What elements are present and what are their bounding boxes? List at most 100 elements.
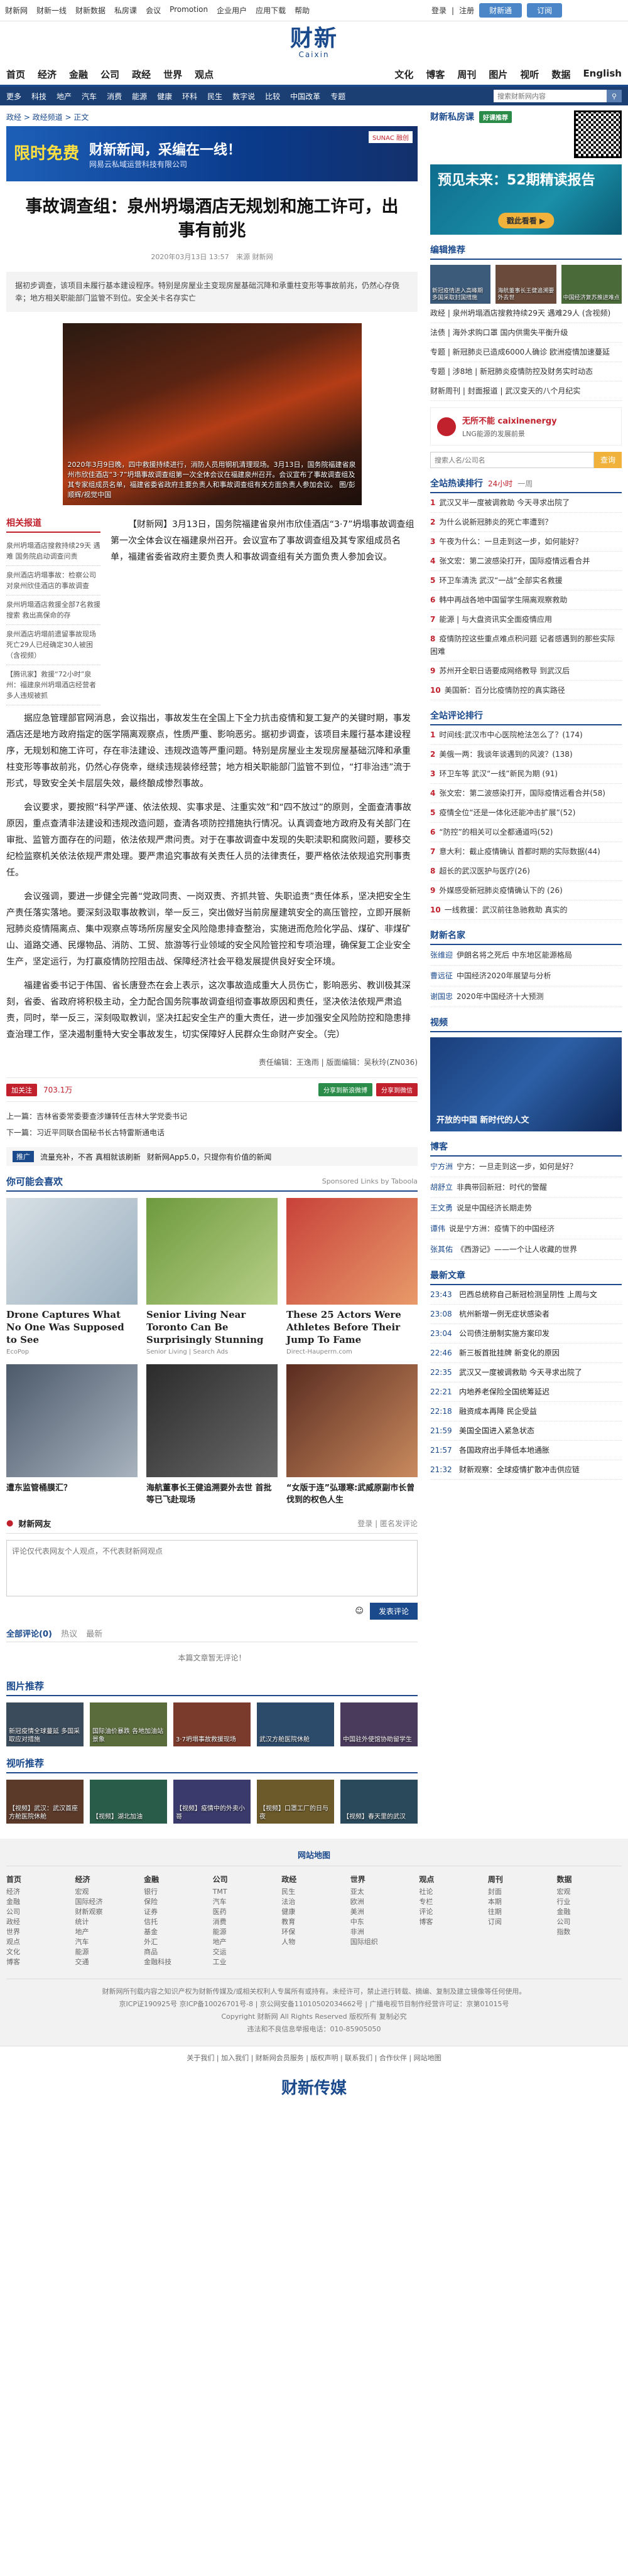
- search-icon[interactable]: ⚲: [607, 90, 622, 102]
- sub-nav-item[interactable]: 能源: [132, 91, 147, 102]
- related-link[interactable]: 【腾讯家】救援“72小时”泉州：福建泉州坍塌酒店经营者 多人违规被抓: [6, 665, 100, 705]
- login-link[interactable]: 登录: [431, 5, 447, 16]
- sitemap-link[interactable]: 医药: [213, 1907, 278, 1917]
- sponsor-label[interactable]: Sponsored Links by Taboola: [322, 1177, 418, 1185]
- promo-link-2[interactable]: 财新网App5.0，只提你有价值的新闻: [147, 1152, 272, 1162]
- main-nav-item[interactable]: 数据: [551, 68, 570, 81]
- main-nav-item[interactable]: 博客: [426, 68, 445, 81]
- related-link[interactable]: 泉州坍塌酒店救援全部7名救援搜索 救出高保命的存: [6, 596, 100, 625]
- gallery-item[interactable]: 国际油价暴跌 各地加油站景象: [90, 1702, 167, 1746]
- side-video[interactable]: 开放的中国 新时代的人文: [430, 1037, 622, 1131]
- comment-rank-item[interactable]: 6 “防控”的相关可以全都通道吗(52): [430, 823, 622, 842]
- sitemap-link[interactable]: 消费: [213, 1917, 278, 1927]
- hot-item[interactable]: 2 为什么说新冠肺炎的死亡率遭到？: [430, 513, 622, 532]
- author-item[interactable]: 谢国忠 2020年中国经济十大预测: [430, 986, 622, 1007]
- sitemap-link[interactable]: 交运: [213, 1947, 278, 1957]
- sitemap-link[interactable]: 法治: [281, 1897, 347, 1907]
- top-link[interactable]: 会议: [146, 5, 161, 16]
- register-link[interactable]: 注册: [459, 5, 474, 16]
- sitemap-link[interactable]: 宏观: [556, 1887, 622, 1897]
- comment-rank-item[interactable]: 10 一线救援：武汉前往急驰救助 真实的: [430, 901, 622, 920]
- sub-nav-item[interactable]: 地产: [57, 91, 72, 102]
- top-link[interactable]: 帮助: [295, 5, 310, 16]
- editor-pick-link[interactable]: 专题 | 新冠肺炎已造成6000人确诊 欧洲疫情加速蔓延: [430, 343, 622, 362]
- sub-nav-item[interactable]: 民生: [207, 91, 222, 102]
- latest-tab[interactable]: 最新: [86, 1630, 102, 1639]
- course-banner[interactable]: 预见未来：52期精读报告 戳此看看 ▶: [430, 164, 622, 235]
- blog-item[interactable]: 胡舒立 非典带回新冠：时代的警醒: [430, 1177, 622, 1198]
- caixin-logo[interactable]: 财新 Caixin: [290, 26, 338, 59]
- sitemap-link[interactable]: 社论: [419, 1887, 484, 1897]
- prev-article-link[interactable]: 上一篇：吉林省委常委要查涉嫌转任吉林大学党委书记: [6, 1108, 418, 1125]
- comment-rank-item[interactable]: 9 外媒感受新冠肺炎疫情确认下的 (26): [430, 881, 622, 901]
- video-item[interactable]: 【视频】湖北加油: [90, 1780, 167, 1824]
- sitemap-heading[interactable]: 观点: [419, 1874, 484, 1884]
- hot-tab-24h[interactable]: 24小时: [488, 478, 512, 489]
- sitemap-link[interactable]: 金融科技: [144, 1957, 209, 1967]
- energy-ad[interactable]: 无所不能 caixinenergy LNG能源的发展前景: [430, 407, 622, 446]
- sub-nav-item[interactable]: 环科: [182, 91, 197, 102]
- recommend-news-card[interactable]: “女版于连”弘璟寒:武威原副市长曾伐到的权色人生: [286, 1364, 418, 1505]
- sitemap-link[interactable]: 地产: [75, 1927, 141, 1937]
- follow-button[interactable]: 加关注: [6, 1083, 37, 1096]
- sitemap-link[interactable]: 地产: [213, 1937, 278, 1947]
- sitemap-link[interactable]: 能源: [213, 1927, 278, 1937]
- video-item[interactable]: 【视频】口罩工厂的日与夜: [257, 1780, 334, 1824]
- sitemap-heading[interactable]: 周刊: [488, 1874, 553, 1884]
- sitemap-link[interactable]: 非洲: [350, 1927, 416, 1937]
- subscribe-button[interactable]: 订阅: [527, 3, 563, 18]
- caixintong-button[interactable]: 财新通: [479, 3, 522, 18]
- hot-tab[interactable]: 热议: [61, 1630, 77, 1639]
- sitemap-link[interactable]: 国际组织: [350, 1937, 416, 1947]
- hot-item[interactable]: 8 疫情防控这些重点难点积问题 记者感遇到的那些实际困难: [430, 629, 622, 661]
- top-link[interactable]: 财新数据: [75, 5, 106, 16]
- sitemap-link[interactable]: 人物: [281, 1937, 347, 1947]
- sitemap-link[interactable]: 经济: [6, 1887, 72, 1897]
- sitemap-link[interactable]: 宏观: [75, 1887, 141, 1897]
- course-banner-button[interactable]: 戳此看看 ▶: [497, 213, 555, 228]
- editor-pick-link[interactable]: 财新周刊 | 封面报道 | 武汉变天的八个月纪实: [430, 382, 622, 401]
- sitemap-link[interactable]: 外汇: [144, 1937, 209, 1947]
- hot-item[interactable]: 3 午夜为什么：一旦走到这一步，如何能好？: [430, 532, 622, 552]
- editor-pick-link[interactable]: 专题 | 涉8地 | 新冠肺炎疫情防控及财务实时动态: [430, 362, 622, 382]
- sitemap-heading[interactable]: 世界: [350, 1874, 416, 1884]
- recommend-news-card[interactable]: 海航董事长王健追溯要外去世 首批等已飞赴现场: [146, 1364, 278, 1505]
- main-nav-item[interactable]: 文化: [394, 68, 413, 81]
- comment-rank-item[interactable]: 1 时间线:武汉市中心医院枪法怎么了？(174): [430, 725, 622, 745]
- sitemap-link[interactable]: 博客: [419, 1917, 484, 1927]
- main-nav-item[interactable]: 视听: [520, 68, 539, 81]
- sitemap-link[interactable]: 往期: [488, 1907, 553, 1917]
- sitemap-link[interactable]: 财新观察: [75, 1907, 141, 1917]
- sitemap-link[interactable]: 教育: [281, 1917, 347, 1927]
- video-item[interactable]: 【视频】春天里的武汉: [340, 1780, 418, 1824]
- sitemap-link[interactable]: 保险: [144, 1897, 209, 1907]
- latest-item[interactable]: 23:04 公司债注册制实施方案印发: [430, 1324, 622, 1344]
- sub-nav-item[interactable]: 专题: [330, 91, 345, 102]
- main-nav-item[interactable]: 经济: [38, 68, 57, 81]
- bottom-links[interactable]: 关于我们 | 加入我们 | 财新网会员服务 | 版权声明 | 联系我们 | 合作…: [0, 2046, 628, 2069]
- gallery-item[interactable]: 新冠疫情全球蔓延 多国采取应对措施: [6, 1702, 84, 1746]
- top-link[interactable]: 应用下载: [256, 5, 286, 16]
- main-nav-item[interactable]: 周刊: [457, 68, 476, 81]
- next-article-link[interactable]: 下一篇：习近平同联合国秘书长古特雷斯通电话: [6, 1125, 418, 1141]
- editor-pick-pic[interactable]: 新冠疫情进入高峰期 多国采取封国措施: [430, 265, 491, 304]
- blog-item[interactable]: 张其佑 《西游记》——一个让人收藏的世界: [430, 1239, 622, 1260]
- latest-item[interactable]: 22:46 新三板首批挂牌 新变化的原因: [430, 1344, 622, 1363]
- hot-item[interactable]: 5 环卫车清洗 武汉“一战”全部实名救援: [430, 571, 622, 591]
- latest-item[interactable]: 23:08 杭州新增一例无症状感染者: [430, 1305, 622, 1324]
- comment-rank-item[interactable]: 4 张文宏：第二波感染打开，国际疫情远看合并(58): [430, 784, 622, 803]
- sitemap-link[interactable]: 评论: [419, 1907, 484, 1917]
- comment-rank-item[interactable]: 2 美俄一两：我谈年谈遇到的风波？(138): [430, 745, 622, 764]
- hot-item[interactable]: 9 苏州开全职日语要成网络教导 到武汉后: [430, 661, 622, 681]
- sitemap-link[interactable]: 工业: [213, 1957, 278, 1967]
- author-item[interactable]: 张维迎 伊朗名将之死后 中东地区能源格局: [430, 945, 622, 966]
- comment-rank-item[interactable]: 7 意大利：截止疫情确认 首都时期的实际数据(44): [430, 842, 622, 862]
- hot-item[interactable]: 1 武汉又半一度被调救助 今天寻求出院了: [430, 493, 622, 513]
- blog-item[interactable]: 谭伟 说是宁方洲：疫情下的中国经济: [430, 1219, 622, 1239]
- comment-rank-item[interactable]: 8 超长的武汉医护与医疗(26): [430, 862, 622, 881]
- video-item[interactable]: 【视频】武汉：武汉首座方舱医院休舱: [6, 1780, 84, 1824]
- sitemap-link[interactable]: 亚太: [350, 1887, 416, 1897]
- recommend-card[interactable]: These 25 Actors Were Athletes Before The…: [286, 1198, 418, 1355]
- sitemap-link[interactable]: 行业: [556, 1897, 622, 1907]
- promo-link-1[interactable]: 流量充补，不吝 真相就该刷新: [40, 1152, 141, 1162]
